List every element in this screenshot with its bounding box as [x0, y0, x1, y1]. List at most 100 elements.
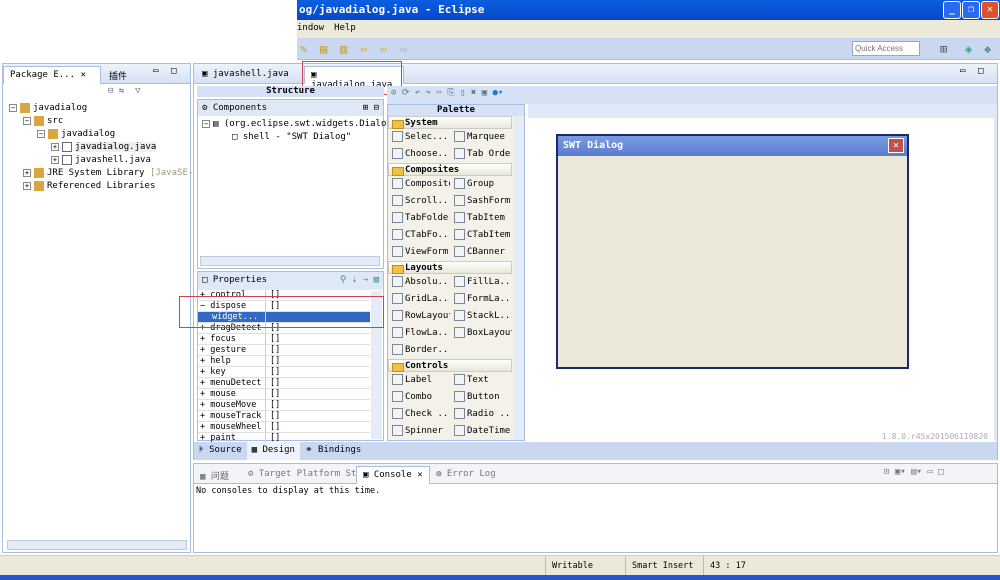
horizontal-scrollbar[interactable]	[7, 540, 187, 550]
tree-item-shell[interactable]: □ shell - "SWT Dialog"	[202, 131, 379, 144]
expand-collapse-icons[interactable]: ⊞ ⊟	[363, 103, 379, 113]
refresh-icon[interactable]: ⟳	[402, 88, 410, 98]
preview-icon[interactable]: ▣	[482, 88, 487, 98]
palette-item[interactable]: Combo	[388, 389, 450, 406]
back-edit-icon[interactable]: ⇦	[360, 42, 374, 56]
palette-category[interactable]: Layouts	[388, 261, 512, 274]
toggle-icon[interactable]: +	[51, 143, 59, 151]
test-icon[interactable]: ⊙	[391, 88, 396, 98]
palette-item[interactable]: Radio ...	[450, 406, 512, 423]
palette-item[interactable]: Button	[450, 389, 512, 406]
view-menu-icon[interactable]: ▽	[135, 86, 140, 96]
structure-header[interactable]: Structure	[197, 86, 384, 97]
minimize-icon[interactable]: ▭	[153, 66, 158, 76]
palette-item[interactable]: FlowLa...	[388, 325, 450, 342]
palette-item[interactable]: FillLa...	[450, 274, 512, 291]
palette-item[interactable]: Group	[450, 176, 512, 193]
property-row[interactable]: + key[]	[198, 367, 370, 378]
palette-item[interactable]: TabItem	[450, 210, 512, 227]
palette-item[interactable]: CTabItem	[450, 227, 512, 244]
doc2-icon[interactable]: ▥	[340, 42, 354, 56]
palette-item[interactable]: Tab Order	[450, 146, 512, 163]
toggle-icon[interactable]: +	[23, 169, 31, 177]
perspective-icon[interactable]: ◈	[965, 42, 979, 56]
toggle-icon[interactable]: +	[23, 182, 31, 190]
palette-item[interactable]: Border...	[388, 342, 450, 359]
palette-item[interactable]: RowLayout	[388, 308, 450, 325]
maximize-icon[interactable]: □	[978, 66, 983, 76]
tree-item[interactable]: + JRE System Library [JavaSE-1.	[9, 167, 204, 180]
property-row[interactable]: + mouseMove[]	[198, 400, 370, 411]
tab-design[interactable]: ▦ Design	[246, 442, 300, 460]
palette-category[interactable]: Composites	[388, 163, 512, 176]
palette-item[interactable]: Marquee	[450, 129, 512, 146]
palette-item[interactable]: Spinner	[388, 423, 450, 440]
toggle-icon[interactable]: −	[9, 104, 17, 112]
property-row[interactable]: + gesture[]	[198, 345, 370, 356]
property-row[interactable]: + mouse[]	[198, 389, 370, 400]
tab-bindings[interactable]: ⚭ Bindings	[300, 442, 366, 460]
palette-item[interactable]: SashForm	[450, 193, 512, 210]
property-row[interactable]: + mouseTrack[]	[198, 411, 370, 422]
collapse-all-icon[interactable]: ⊟	[108, 86, 113, 96]
close-button[interactable]: ✕	[981, 1, 999, 19]
palette-item[interactable]: DateTime	[450, 423, 512, 440]
palette-item[interactable]: Scroll...	[388, 193, 450, 210]
palette-item[interactable]: FormLa...	[450, 291, 512, 308]
palette-item[interactable]: StackL...	[450, 308, 512, 325]
tab-package-explorer[interactable]: Package E... ✕	[3, 66, 101, 84]
delete-icon[interactable]: ✖	[471, 88, 476, 98]
tree-item[interactable]: − javadialog	[9, 128, 190, 141]
palette-header[interactable]: Palette	[388, 105, 524, 116]
minimize-button[interactable]: _	[943, 1, 961, 19]
restore-button[interactable]: ❐	[962, 1, 980, 19]
cut-icon[interactable]: ✂	[437, 88, 442, 98]
properties-toolbar-icons[interactable]: ⚲ ⇣ ⇢ ▨	[340, 275, 379, 285]
back-icon[interactable]: ⇦	[380, 42, 394, 56]
link-editor-icon[interactable]: ⇆	[119, 86, 124, 96]
quick-access-input[interactable]	[852, 41, 920, 56]
toggle-icon[interactable]: +	[51, 156, 59, 164]
tab-plugins[interactable]: 插件	[103, 66, 133, 84]
palette-item[interactable]: Selec...	[388, 129, 450, 146]
paste-icon[interactable]: ▯	[460, 88, 465, 98]
swt-dialog-preview[interactable]: SWT Dialog ✕	[556, 134, 909, 369]
palette-item[interactable]: ViewForm	[388, 244, 450, 261]
menu-help[interactable]: Help	[334, 23, 356, 33]
tree-item[interactable]: + javadialog.java	[9, 141, 190, 154]
horizontal-scrollbar[interactable]	[200, 256, 380, 266]
toggle-icon[interactable]: −	[23, 117, 31, 125]
undo-icon[interactable]: ↶ ↷	[415, 88, 431, 98]
property-row[interactable]: + mouseWheel[]	[198, 422, 370, 433]
tab-source[interactable]: ⊧ Source	[194, 442, 247, 460]
palette-item[interactable]: Composite	[388, 176, 450, 193]
vertical-scrollbar[interactable]	[513, 117, 524, 440]
doc-icon[interactable]: ▤	[320, 42, 334, 56]
palette-item[interactable]: Choose...	[388, 146, 450, 163]
wand-icon[interactable]: ✎	[300, 42, 314, 56]
tab-console[interactable]: ▣ Console ✕	[356, 466, 430, 484]
tab-javashell[interactable]: ▣ javashell.java	[196, 66, 300, 84]
tree-item[interactable]: − src	[9, 115, 190, 128]
palette-item[interactable]: BoxLayout	[450, 325, 512, 342]
palette-category[interactable]: Controls	[388, 359, 512, 372]
tree-item[interactable]: + javashell.java	[9, 154, 190, 167]
menu-window[interactable]: indow	[297, 23, 324, 33]
maximize-icon[interactable]: □	[171, 66, 176, 76]
open-perspective-icon[interactable]: ⊞	[940, 42, 954, 56]
copy-icon[interactable]: ⎘	[447, 88, 454, 98]
palette-item[interactable]: GridLa...	[388, 291, 450, 308]
palette-item[interactable]: CBanner	[450, 244, 512, 261]
java-perspective-icon[interactable]: ❖	[984, 42, 998, 56]
design-canvas[interactable]: SWT Dialog ✕ 1.8.0.r45x201506110820	[528, 118, 994, 441]
tree-item[interactable]: − javadialog	[9, 102, 190, 115]
globe-icon[interactable]: ●▾	[493, 88, 504, 98]
palette-item[interactable]: TabFolder	[388, 210, 450, 227]
palette-item[interactable]: Text	[450, 372, 512, 389]
forward-icon[interactable]: ⇨	[400, 42, 414, 56]
tab-error-log[interactable]: ◍ Error Log	[430, 466, 502, 484]
palette-item[interactable]: Check ...	[388, 406, 450, 423]
palette-item[interactable]: Absolu...	[388, 274, 450, 291]
tree-item[interactable]: + Referenced Libraries	[9, 180, 190, 193]
palette-item[interactable]: CTabFo...	[388, 227, 450, 244]
